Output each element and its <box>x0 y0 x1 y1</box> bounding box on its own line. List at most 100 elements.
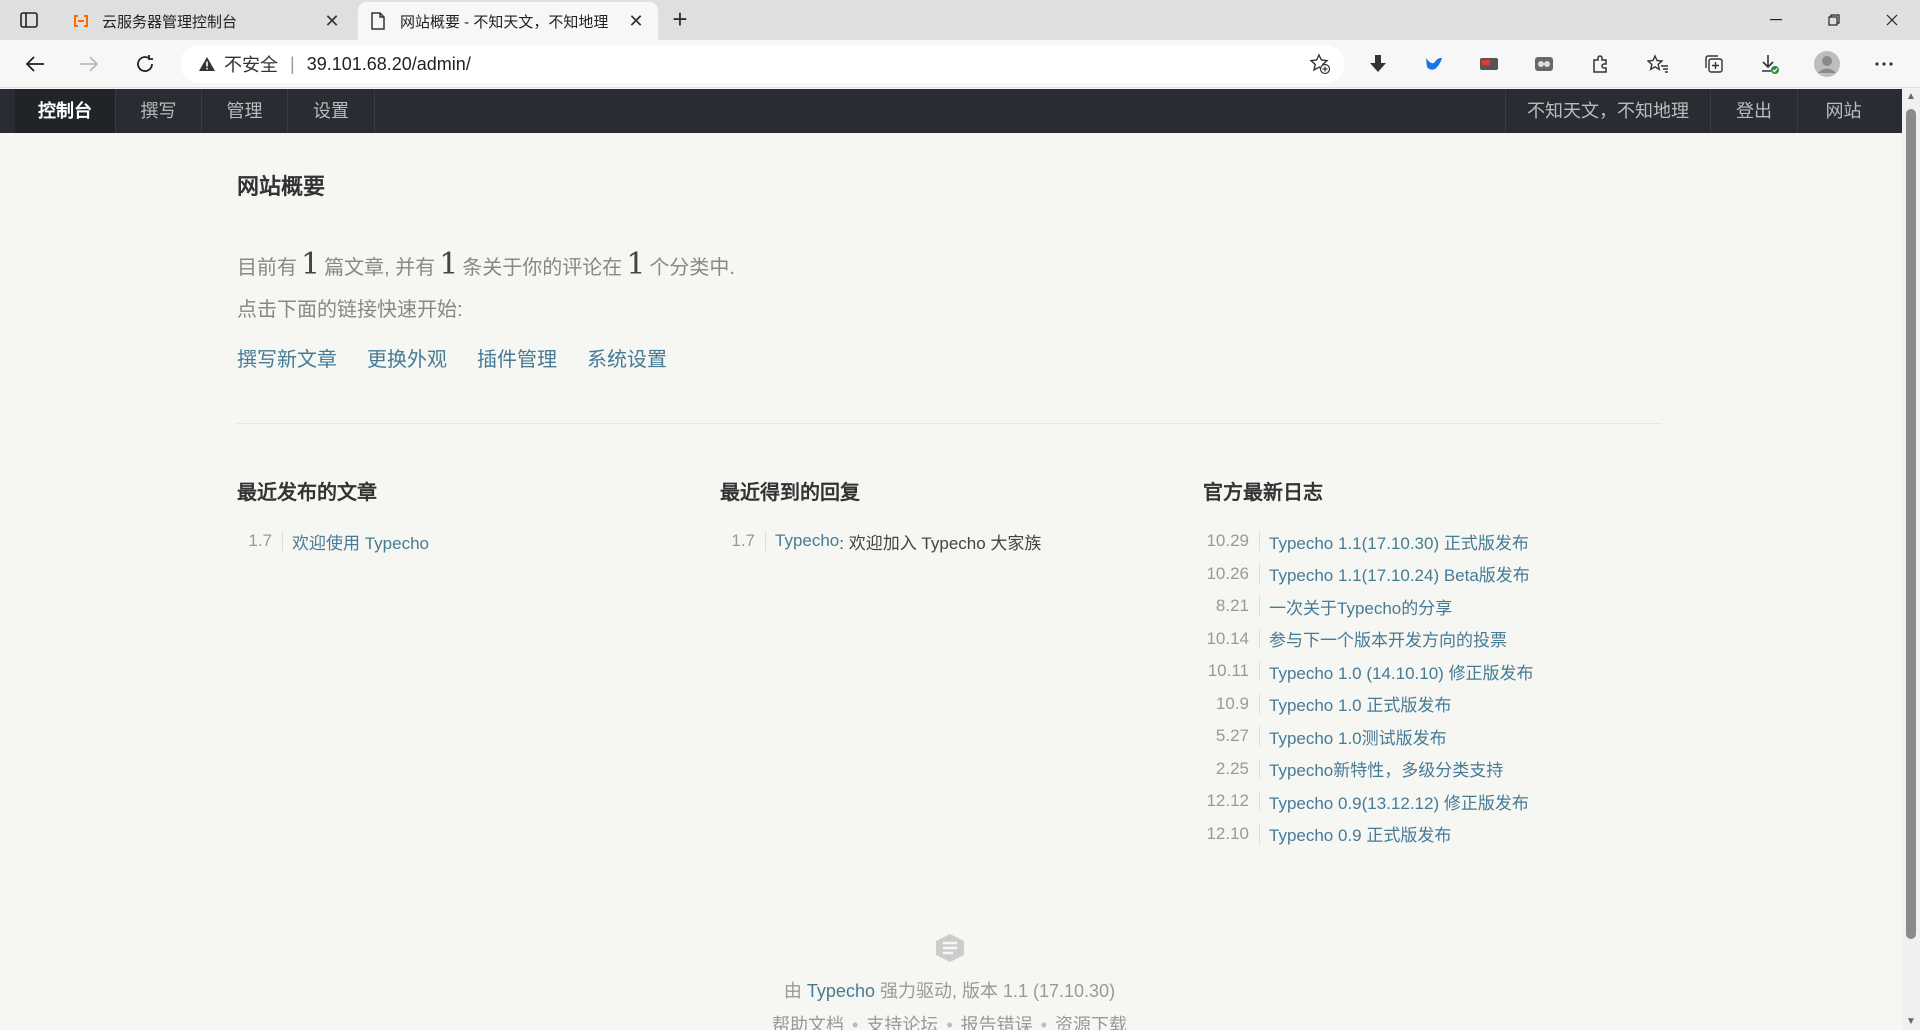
system-settings-link[interactable]: 系统设置 <box>587 343 667 372</box>
post-date: 1.7 <box>237 531 283 552</box>
address-separator: | <box>290 53 295 74</box>
reply-author-link[interactable]: Typecho <box>775 531 839 551</box>
log-link[interactable]: Typecho 1.1(17.10.30) 正式版发布 <box>1269 529 1529 554</box>
typecho-link[interactable]: Typecho <box>807 981 875 1001</box>
change-theme-link[interactable]: 更换外观 <box>367 343 447 372</box>
close-icon[interactable]: ✕ <box>626 11 646 32</box>
download-extension-icon[interactable] <box>1364 50 1392 78</box>
summary-text: 目前有 <box>237 257 297 279</box>
log-date: 5.27 <box>1203 726 1260 747</box>
page-title: 网站概要 <box>237 174 326 199</box>
log-link[interactable]: Typecho 1.0 (14.10.10) 修正版发布 <box>1269 659 1534 684</box>
nav-dashboard[interactable]: 控制台 <box>15 89 116 133</box>
monitor-extension-icon[interactable] <box>1475 50 1503 78</box>
nav-website[interactable]: 网站 <box>1797 89 1889 133</box>
scroll-down-icon[interactable]: ▼ <box>1905 1016 1917 1028</box>
log-link[interactable]: Typecho新特性，多级分类支持 <box>1269 756 1503 781</box>
footer-dot: • <box>852 1015 859 1030</box>
security-label[interactable]: 不安全 <box>224 51 278 77</box>
recent-replies-heading: 最近得到的回复 <box>720 482 860 504</box>
restore-icon[interactable] <box>1806 0 1862 40</box>
footer-dot: • <box>946 1015 953 1030</box>
log-date: 2.25 <box>1203 758 1260 779</box>
log-link[interactable]: Typecho 1.1(17.10.24) Beta版发布 <box>1269 561 1530 586</box>
log-link[interactable]: 一次关于Typecho的分享 <box>1269 594 1452 619</box>
list-item: 12.12 Typecho 0.9(13.12.12) 修正版发布 <box>1203 785 1663 818</box>
back-arrow-icon[interactable] <box>18 48 52 80</box>
nav-logout[interactable]: 登出 <box>1710 89 1797 133</box>
category-count: 1 <box>626 247 646 282</box>
refresh-icon[interactable] <box>128 48 162 80</box>
log-date: 10.11 <box>1203 661 1260 682</box>
log-link[interactable]: Typecho 0.9(13.12.12) 修正版发布 <box>1269 789 1529 814</box>
browser-tab-site-overview[interactable]: 网站概要 - 不知天文，不知地理 ✕ <box>358 2 658 40</box>
url-text[interactable]: 39.101.68.20/admin/ <box>307 54 471 75</box>
footer-text: 由 <box>783 981 802 1001</box>
page-footer: 由 Typecho 强力驱动, 版本 1.1 (17.10.30) 帮助文档 • 支… <box>237 933 1662 1030</box>
log-date: 10.9 <box>1203 693 1260 714</box>
puzzle-extension-icon-alt[interactable] <box>1530 50 1558 78</box>
post-count: 1 <box>301 247 321 282</box>
comment-count: 1 <box>439 247 459 282</box>
nav-write[interactable]: 撰写 <box>116 89 202 133</box>
warning-icon[interactable] <box>198 56 216 72</box>
new-tab-button[interactable]: + <box>666 6 694 34</box>
more-options-icon[interactable] <box>1870 50 1898 78</box>
list-item: 10.29 Typecho 1.1(17.10.30) 正式版发布 <box>1203 525 1663 558</box>
add-favorite-icon[interactable] <box>1309 53 1331 80</box>
post-link[interactable]: 欢迎使用 Typecho <box>292 529 429 554</box>
forward-arrow-icon[interactable] <box>72 48 106 80</box>
page-scrollbar[interactable]: ▲ ▼ <box>1902 89 1920 1030</box>
typecho-logo-icon <box>933 933 967 963</box>
log-link[interactable]: 参与下一个版本开发方向的投票 <box>1269 626 1507 651</box>
site-summary: 目前有 1 篇文章, 并有 1 条关于你的评论在 1 个分类中. <box>237 247 735 282</box>
help-docs-link[interactable]: 帮助文档 <box>772 1015 844 1030</box>
log-link[interactable]: Typecho 1.0测试版发布 <box>1269 724 1447 749</box>
resources-link[interactable]: 资源下载 <box>1055 1015 1127 1030</box>
browser-toolbar: 不安全 | 39.101.68.20/admin/ <box>0 40 1920 88</box>
section-divider <box>237 423 1662 424</box>
list-item: 12.10 Typecho 0.9 正式版发布 <box>1203 818 1663 851</box>
report-bug-link[interactable]: 报告错误 <box>961 1015 1033 1030</box>
nav-site-title[interactable]: 不知天文，不知地理 <box>1505 89 1710 133</box>
list-item: 8.21 一次关于Typecho的分享 <box>1203 590 1663 623</box>
list-item: 10.26 Typecho 1.1(17.10.24) Beta版发布 <box>1203 558 1663 591</box>
list-item: 5.27 Typecho 1.0测试版发布 <box>1203 720 1663 753</box>
log-date: 8.21 <box>1203 596 1260 617</box>
close-window-icon[interactable] <box>1864 0 1920 40</box>
favorites-icon[interactable] <box>1644 50 1672 78</box>
footer-powered: 由 Typecho 强力驱动, 版本 1.1 (17.10.30) <box>237 977 1662 1003</box>
scroll-up-icon[interactable]: ▲ <box>1905 91 1917 103</box>
profile-avatar-icon[interactable] <box>1813 50 1841 78</box>
tab-actions-icon[interactable] <box>14 8 44 32</box>
nav-manage[interactable]: 管理 <box>202 89 288 133</box>
tab-title: 云服务器管理控制台 <box>102 13 238 31</box>
recent-replies-section: 最近得到的回复 1.7 Typecho: 欢迎加入 Typecho 大家族 <box>720 476 1180 558</box>
extensions-icon[interactable] <box>1586 50 1614 78</box>
footer-text: 强力驱动, 版本 1.1 (17.10.30) <box>879 981 1116 1001</box>
summary-text: 篇文章, 并有 <box>324 257 436 279</box>
browser-tab-strip: 云服务器管理控制台 ✕ 网站概要 - 不知天文，不知地理 ✕ + <box>0 0 1920 40</box>
minimize-icon[interactable] <box>1748 0 1804 40</box>
scroll-thumb[interactable] <box>1906 109 1916 939</box>
write-post-link[interactable]: 撰写新文章 <box>237 343 337 372</box>
list-item: 1.7 欢迎使用 Typecho <box>237 525 697 558</box>
log-link[interactable]: Typecho 0.9 正式版发布 <box>1269 821 1451 846</box>
support-forum-link[interactable]: 支持论坛 <box>866 1015 938 1030</box>
reply-date: 1.7 <box>720 531 766 552</box>
list-item: 10.14 参与下一个版本开发方向的投票 <box>1203 623 1663 656</box>
nav-settings[interactable]: 设置 <box>288 89 375 133</box>
downloads-icon[interactable] <box>1756 50 1784 78</box>
reply-text[interactable]: : 欢迎加入 Typecho 大家族 <box>839 529 1041 554</box>
log-link[interactable]: Typecho 1.0 正式版发布 <box>1269 691 1451 716</box>
close-icon[interactable]: ✕ <box>322 11 342 32</box>
plugin-manage-link[interactable]: 插件管理 <box>477 343 557 372</box>
list-item: 2.25 Typecho新特性，多级分类支持 <box>1203 753 1663 786</box>
bird-extension-icon[interactable] <box>1420 50 1448 78</box>
log-date: 10.29 <box>1203 531 1260 552</box>
collections-icon[interactable] <box>1700 50 1728 78</box>
summary-text: 条关于你的评论在 <box>462 257 623 279</box>
address-bar[interactable]: 不安全 | 39.101.68.20/admin/ <box>180 45 1345 83</box>
browser-tab-cloud-console[interactable]: 云服务器管理控制台 ✕ <box>60 2 354 40</box>
recent-posts-heading: 最近发布的文章 <box>237 482 377 504</box>
